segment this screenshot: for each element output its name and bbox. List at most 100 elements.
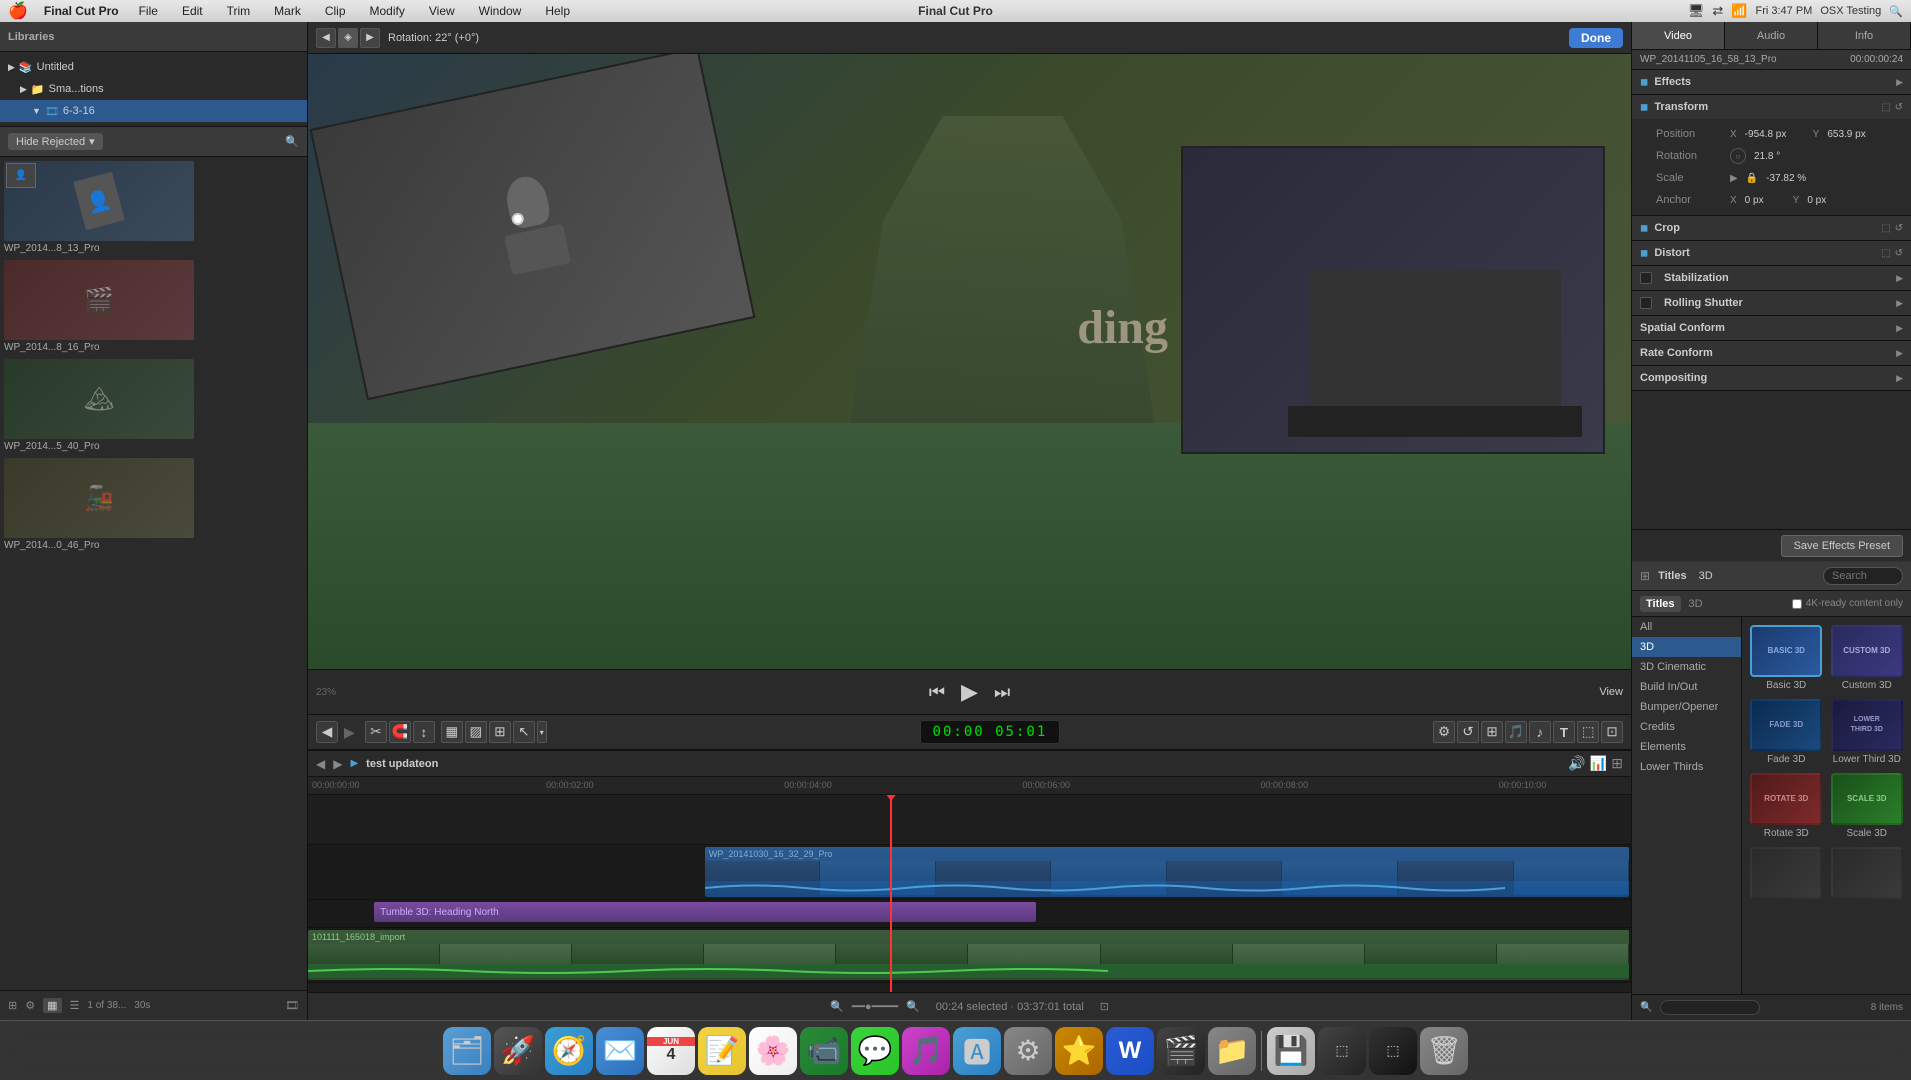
forward-button[interactable]: ▶: [344, 724, 355, 741]
tool-dropdown[interactable]: ▾: [537, 721, 547, 743]
effect-fade3d[interactable]: FADE 3D Fade 3D: [1750, 699, 1823, 765]
3d-tab[interactable]: 3D: [1685, 596, 1707, 612]
dock-syspref[interactable]: ⚙: [1004, 1027, 1052, 1075]
position-x-val[interactable]: -954.8 px: [1745, 129, 1805, 140]
dock-mail[interactable]: ✉️: [596, 1027, 644, 1075]
dock-launchpad[interactable]: 🚀: [494, 1027, 542, 1075]
clip-appearance[interactable]: ▦: [441, 721, 463, 743]
effect-custom3d[interactable]: CUSTOM 3D Custom 3D: [1831, 625, 1904, 691]
save-effects-preset-button[interactable]: Save Effects Preset: [1781, 535, 1903, 557]
app-name-menu[interactable]: Final Cut Pro: [44, 4, 119, 18]
generator-btn[interactable]: ⬚: [1577, 721, 1599, 743]
dock-safari[interactable]: 🧭: [545, 1027, 593, 1075]
view-button[interactable]: View: [1599, 686, 1623, 698]
rs-checkbox[interactable]: [1640, 297, 1652, 309]
effect-extra2[interactable]: [1831, 847, 1904, 902]
transition-btn[interactable]: ⊡: [1601, 721, 1623, 743]
titles-tab[interactable]: Titles: [1640, 596, 1681, 612]
timeline-settings[interactable]: ⚙: [1433, 721, 1455, 743]
clip-item-2[interactable]: 🏔 WP_2014...5_40_Pro: [4, 359, 303, 454]
add-clip-btn[interactable]: ⊞: [1481, 721, 1503, 743]
distort-edit-icon[interactable]: ⬚: [1881, 248, 1890, 259]
zoom-slider[interactable]: ━━●━━━━: [852, 1000, 898, 1013]
dock-messages[interactable]: 💬: [851, 1027, 899, 1075]
dock-calendar[interactable]: JUN 4: [647, 1027, 695, 1075]
library-folder-item[interactable]: ▶ 📁 Sma...tions: [0, 78, 307, 100]
goto-start-button[interactable]: ⏮: [929, 682, 945, 703]
mark-menu[interactable]: Mark: [270, 4, 305, 18]
dock-disk[interactable]: 💾: [1267, 1027, 1315, 1075]
modify-menu[interactable]: Modify: [366, 4, 409, 18]
help-menu[interactable]: Help: [541, 4, 574, 18]
scale-val[interactable]: -37.82 %: [1766, 173, 1806, 184]
library-icon-effects[interactable]: ⊞: [1640, 569, 1650, 583]
zoom-in-icon[interactable]: 🔍: [906, 1000, 920, 1013]
zoom-out-icon[interactable]: 🔍: [830, 1000, 844, 1013]
dock-word[interactable]: W: [1106, 1027, 1154, 1075]
4k-checkbox[interactable]: [1792, 599, 1802, 609]
nav-prev[interactable]: ◀: [316, 28, 336, 48]
window-menu[interactable]: Window: [475, 4, 526, 18]
audio-icon[interactable]: 📊: [1590, 755, 1607, 772]
tab-video[interactable]: Video: [1632, 22, 1725, 49]
view-menu[interactable]: View: [425, 4, 459, 18]
trim-menu[interactable]: Trim: [223, 4, 255, 18]
keyframe-icon[interactable]: ⬚: [1881, 102, 1890, 113]
grid-view-icon[interactable]: ▦: [43, 998, 61, 1013]
effects-search-bottom[interactable]: [1660, 1000, 1760, 1015]
edit-menu[interactable]: Edit: [178, 4, 207, 18]
spotlight-icon[interactable]: 🔍: [1889, 5, 1903, 18]
clip-more[interactable]: ⊞: [489, 721, 511, 743]
effects-search-input[interactable]: [1823, 567, 1903, 585]
cat-all[interactable]: All: [1632, 617, 1741, 637]
cat-lower-thirds[interactable]: Lower Thirds: [1632, 757, 1741, 777]
main-video-clip[interactable]: WP_20141030_16_32_29_Pro: [705, 847, 1629, 897]
clip-item-3[interactable]: 🚂 WP_2014...0_46_Pro: [4, 458, 303, 553]
crop-section-header[interactable]: ◼ Crop ⬚ ↺: [1632, 216, 1911, 240]
scale-arrow[interactable]: ▶: [1730, 173, 1738, 184]
hide-rejected-button[interactable]: Hide Rejected ▾: [8, 133, 103, 150]
magnetic-tool[interactable]: 🧲: [389, 721, 411, 743]
nav-next[interactable]: ▶: [360, 28, 380, 48]
compositing-header[interactable]: Compositing ▶: [1632, 366, 1911, 390]
distort-reset-icon[interactable]: ↺: [1895, 248, 1903, 259]
cat-elements[interactable]: Elements: [1632, 737, 1741, 757]
library-item-untitled[interactable]: ▶ 📚 Untitled: [0, 56, 307, 78]
list-view-icon[interactable]: ☰: [70, 999, 80, 1012]
apple-menu[interactable]: 🍎: [8, 1, 28, 21]
dock-finder2[interactable]: 📁: [1208, 1027, 1256, 1075]
dock-facetime[interactable]: 📹: [800, 1027, 848, 1075]
spatial-conform-header[interactable]: Spatial Conform ▶: [1632, 316, 1911, 340]
scale-lock-icon[interactable]: 🔒: [1746, 173, 1758, 184]
transform-section-header[interactable]: ◼ Transform ⬚ ↺: [1632, 95, 1911, 119]
effects-section-header[interactable]: ◼ Effects ▶: [1632, 70, 1911, 94]
dock-photos[interactable]: 🌸: [749, 1027, 797, 1075]
clip-item-1[interactable]: 🎬 WP_2014...8_16_Pro: [4, 260, 303, 355]
dock-trash[interactable]: 🗑: [1420, 1027, 1468, 1075]
dock-finalcut[interactable]: 🎬: [1157, 1027, 1205, 1075]
effect-lowerthird[interactable]: LOWERTHIRD 3D Lower Third 3D: [1831, 699, 1904, 765]
tab-info[interactable]: Info: [1818, 22, 1911, 49]
dock-reeder[interactable]: ⭐: [1055, 1027, 1103, 1075]
rate-conform-header[interactable]: Rate Conform ▶: [1632, 341, 1911, 365]
fullscreen-btn[interactable]: ⊡: [1100, 1000, 1109, 1013]
rotation-dial[interactable]: ○: [1730, 148, 1746, 164]
cat-build-inout[interactable]: Build In/Out: [1632, 677, 1741, 697]
play-button[interactable]: ▶: [961, 679, 978, 705]
dock-finder[interactable]: 🗂: [443, 1027, 491, 1075]
cat-3d[interactable]: 3D: [1632, 637, 1741, 657]
title-clip[interactable]: Tumble 3D: Heading North: [374, 902, 1036, 922]
anchor-y-val[interactable]: 0 px: [1807, 195, 1847, 206]
effect-extra1[interactable]: [1750, 847, 1823, 902]
timeline-zoom-btn[interactable]: ⊞: [1611, 755, 1623, 772]
waveform-btn[interactable]: 🔊: [1568, 755, 1585, 772]
search-icon[interactable]: 🔍: [285, 135, 299, 148]
cat-bumper[interactable]: Bumper/Opener: [1632, 697, 1741, 717]
library-event-item[interactable]: ▼ 🎞 6-3-16: [0, 100, 307, 122]
effects-search-btn[interactable]: 🔍: [1640, 1002, 1652, 1013]
back-button[interactable]: ◀: [316, 721, 338, 743]
dock-notes[interactable]: 📝: [698, 1027, 746, 1075]
dock-appstore[interactable]: 🅰: [953, 1027, 1001, 1075]
goto-end-button[interactable]: ⏭: [994, 682, 1010, 703]
stab-checkbox[interactable]: [1640, 272, 1652, 284]
